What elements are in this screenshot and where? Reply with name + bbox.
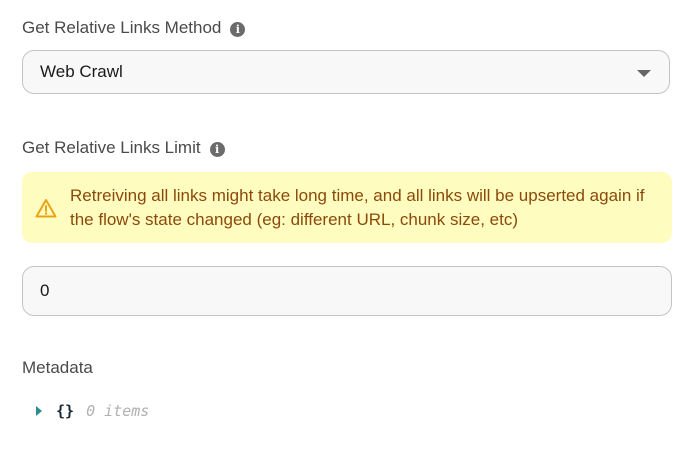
metadata-label: Metadata — [22, 358, 93, 377]
limit-label-row: Get Relative Links Limit i — [22, 138, 225, 158]
limit-label: Get Relative Links Limit — [22, 138, 201, 157]
info-icon[interactable]: i — [230, 21, 246, 37]
metadata-label-row: Metadata — [22, 358, 93, 378]
method-select-value: Web Crawl — [40, 62, 123, 81]
warning-triangle-icon — [22, 198, 70, 218]
warning-text: Retreiving all links might take long tim… — [70, 185, 645, 229]
json-item-count: 0 items — [86, 402, 150, 420]
info-icon[interactable]: i — [209, 141, 225, 157]
method-label-row: Get Relative Links Method i — [22, 18, 246, 38]
metadata-json-viewer: {} 0 items — [36, 402, 149, 420]
method-select[interactable]: Web Crawl — [22, 50, 670, 94]
limit-warning-banner: Retreiving all links might take long tim… — [22, 172, 672, 243]
caret-right-icon[interactable] — [36, 406, 42, 416]
json-braces: {} — [56, 402, 75, 420]
chevron-down-icon[interactable] — [637, 70, 651, 77]
limit-input[interactable] — [22, 266, 672, 316]
method-label: Get Relative Links Method — [22, 18, 222, 37]
